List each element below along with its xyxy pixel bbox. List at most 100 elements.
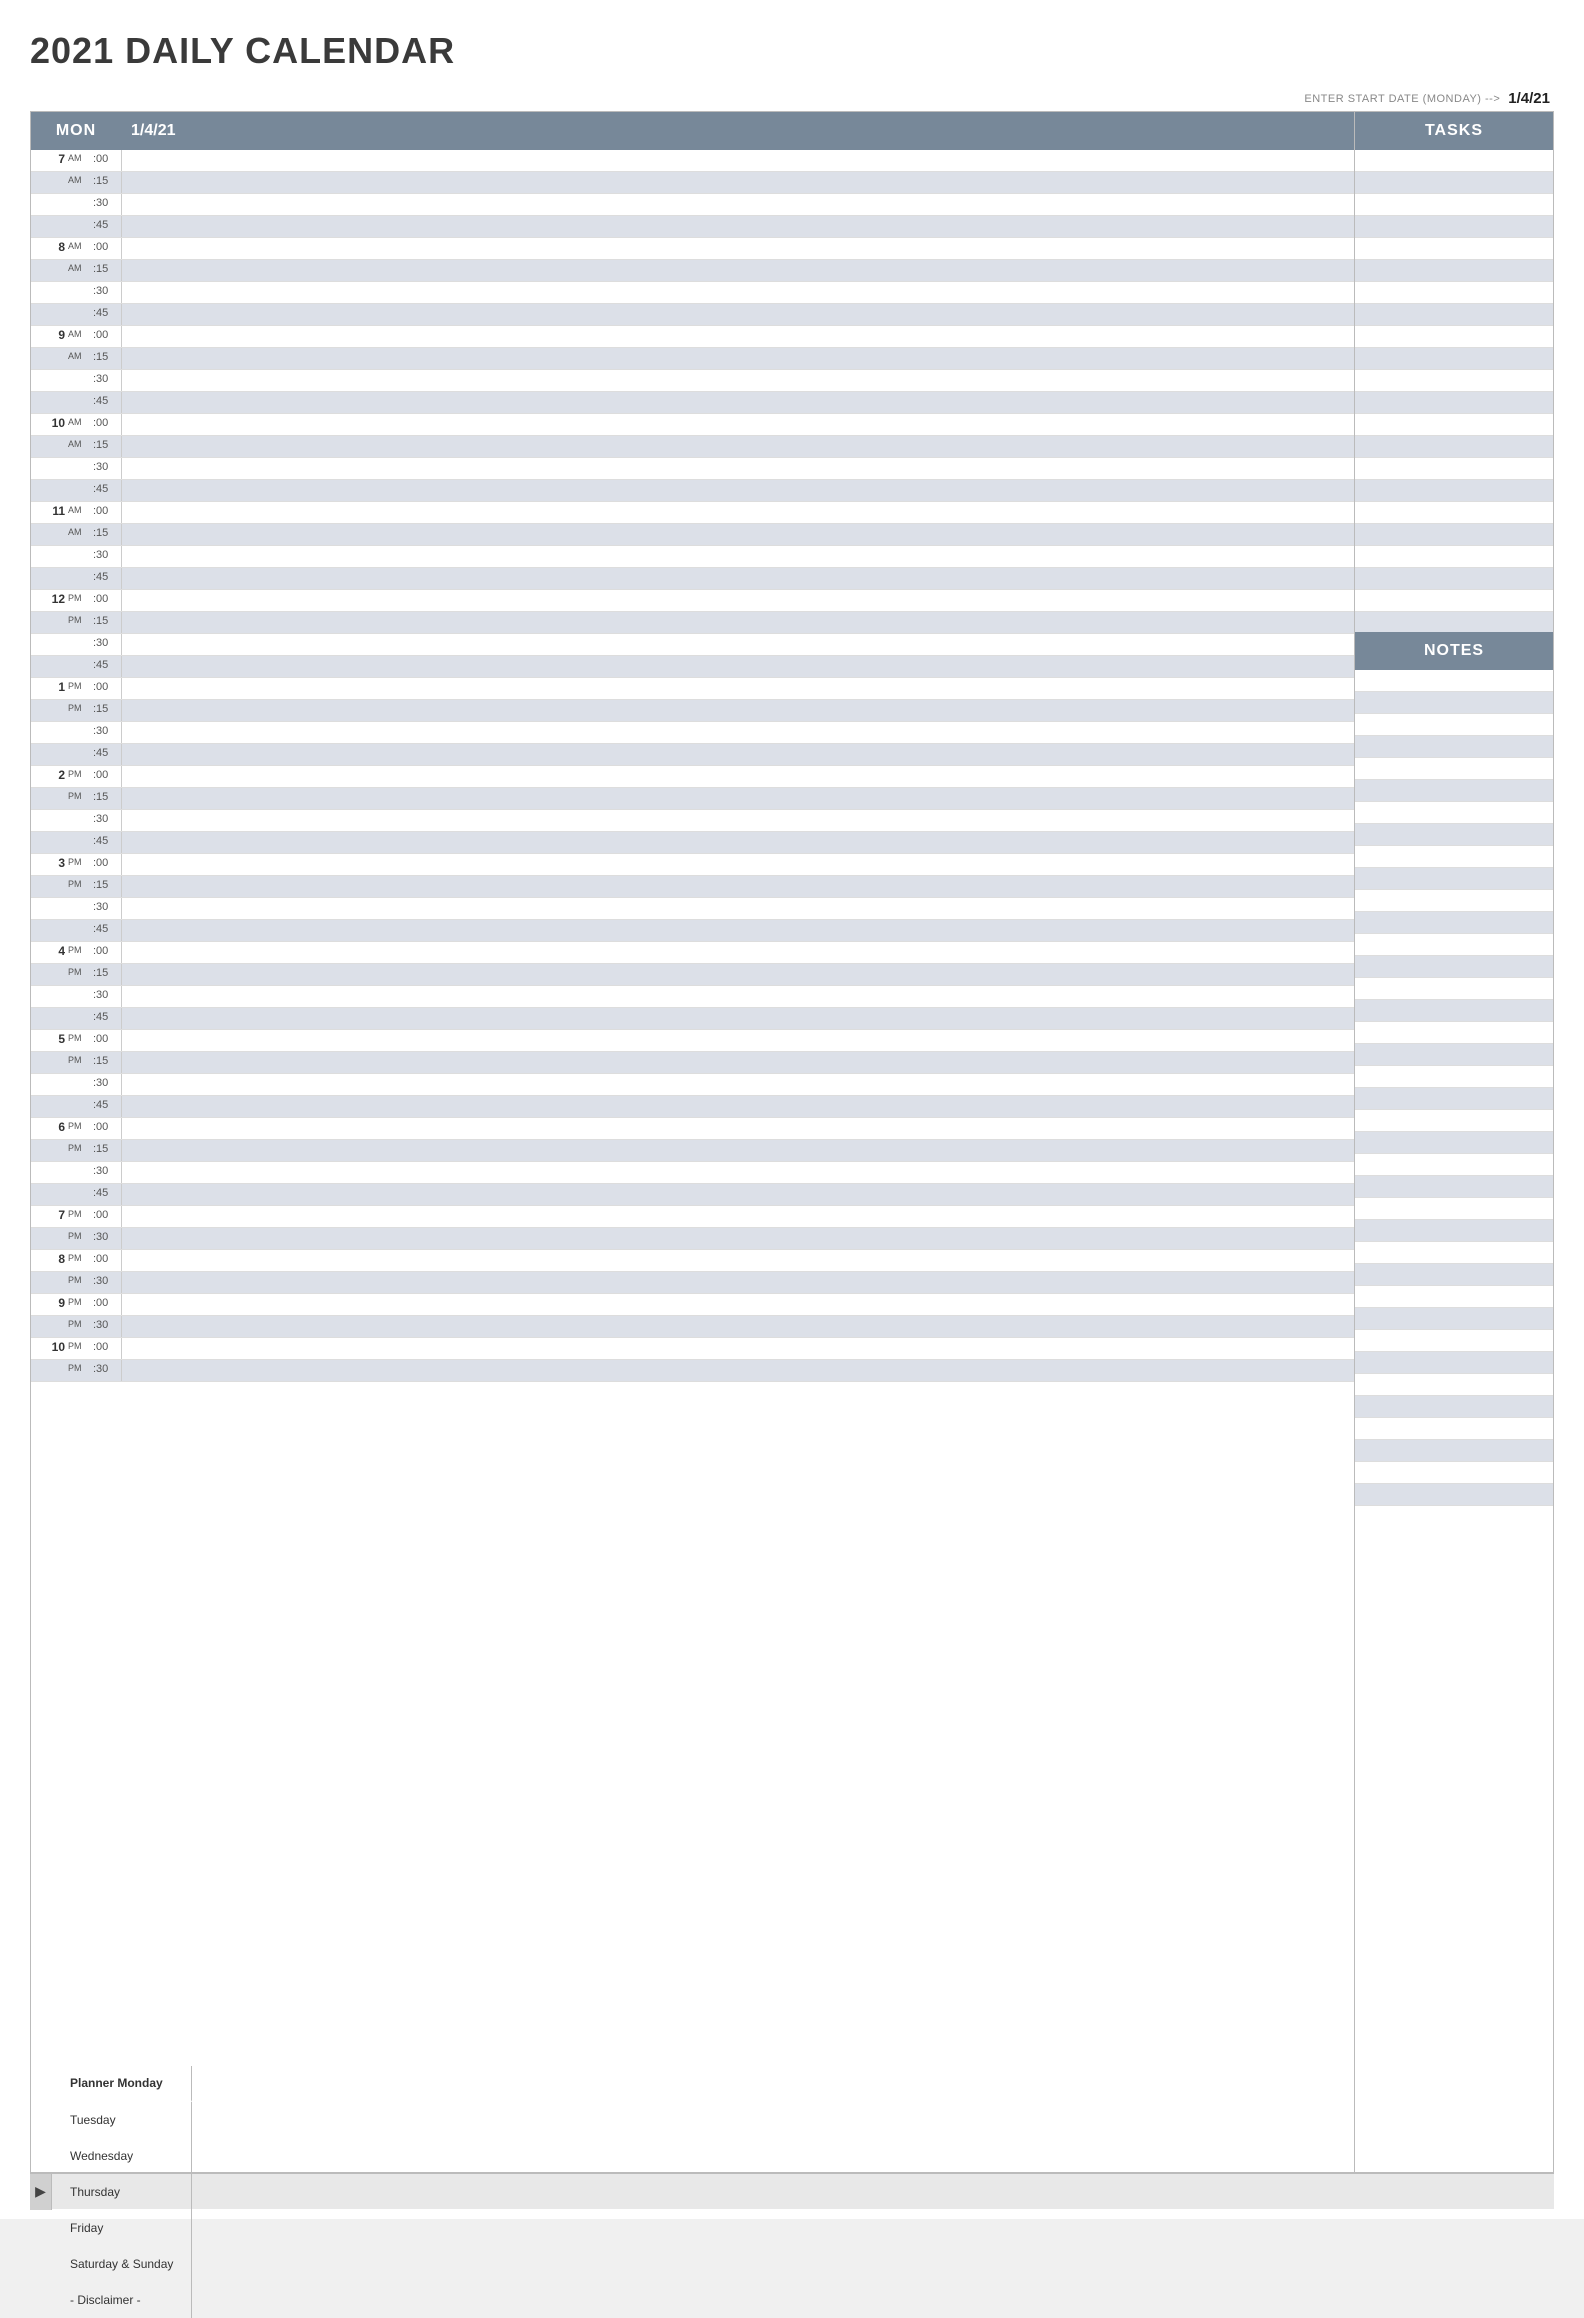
time-event[interactable] <box>121 150 1354 171</box>
time-row[interactable]: 7AM:00 <box>31 150 1354 172</box>
note-row[interactable] <box>1355 802 1553 824</box>
time-row[interactable]: 2PM:00 <box>31 766 1354 788</box>
time-row[interactable]: AM:15 <box>31 260 1354 282</box>
time-event[interactable] <box>121 1162 1354 1183</box>
time-event[interactable] <box>121 458 1354 479</box>
note-row[interactable] <box>1355 1000 1553 1022</box>
time-event[interactable] <box>121 1206 1354 1227</box>
time-row[interactable]: :30 <box>31 194 1354 216</box>
task-row[interactable] <box>1355 370 1553 392</box>
time-event[interactable] <box>121 1360 1354 1381</box>
time-event[interactable] <box>121 832 1354 853</box>
time-row[interactable]: :45 <box>31 832 1354 854</box>
time-event[interactable] <box>121 546 1354 567</box>
task-row[interactable] <box>1355 216 1553 238</box>
time-row[interactable]: 10PM:00 <box>31 1338 1354 1360</box>
time-row[interactable]: 9PM:00 <box>31 1294 1354 1316</box>
time-event[interactable] <box>121 480 1354 501</box>
time-row[interactable]: 8AM:00 <box>31 238 1354 260</box>
task-row[interactable] <box>1355 502 1553 524</box>
time-event[interactable] <box>121 1338 1354 1359</box>
time-row[interactable]: AM:15 <box>31 172 1354 194</box>
time-row[interactable]: :45 <box>31 216 1354 238</box>
time-event[interactable] <box>121 788 1354 809</box>
time-event[interactable] <box>121 414 1354 435</box>
time-row[interactable]: AM:15 <box>31 436 1354 458</box>
time-row[interactable]: PM:15 <box>31 612 1354 634</box>
time-row[interactable]: PM:30 <box>31 1316 1354 1338</box>
note-row[interactable] <box>1355 846 1553 868</box>
time-row[interactable]: 5PM:00 <box>31 1030 1354 1052</box>
time-row[interactable]: PM:15 <box>31 1052 1354 1074</box>
time-row[interactable]: :30 <box>31 986 1354 1008</box>
time-event[interactable] <box>121 172 1354 193</box>
note-row[interactable] <box>1355 1374 1553 1396</box>
time-event[interactable] <box>121 722 1354 743</box>
time-row[interactable]: :30 <box>31 634 1354 656</box>
time-row[interactable]: :45 <box>31 920 1354 942</box>
time-event[interactable] <box>121 502 1354 523</box>
note-row[interactable] <box>1355 1308 1553 1330</box>
task-row[interactable] <box>1355 260 1553 282</box>
time-event[interactable] <box>121 986 1354 1007</box>
time-event[interactable] <box>121 656 1354 677</box>
time-row[interactable]: 9AM:00 <box>31 326 1354 348</box>
time-row[interactable]: PM:30 <box>31 1228 1354 1250</box>
notes-area[interactable] <box>1355 670 1553 2172</box>
time-event[interactable] <box>121 1096 1354 1117</box>
time-event[interactable] <box>121 590 1354 611</box>
time-row[interactable]: :30 <box>31 898 1354 920</box>
note-row[interactable] <box>1355 1044 1553 1066</box>
tab-item-thursday[interactable]: Thursday <box>52 2174 192 2210</box>
time-row[interactable]: PM:15 <box>31 700 1354 722</box>
task-row[interactable] <box>1355 458 1553 480</box>
time-row[interactable]: :45 <box>31 568 1354 590</box>
task-row[interactable] <box>1355 612 1553 634</box>
time-event[interactable] <box>121 964 1354 985</box>
note-row[interactable] <box>1355 1396 1553 1418</box>
time-row[interactable]: :30 <box>31 458 1354 480</box>
time-event[interactable] <box>121 524 1354 545</box>
task-row[interactable] <box>1355 238 1553 260</box>
note-row[interactable] <box>1355 1088 1553 1110</box>
time-event[interactable] <box>121 744 1354 765</box>
time-row[interactable]: :30 <box>31 1074 1354 1096</box>
time-row[interactable]: :45 <box>31 744 1354 766</box>
task-row[interactable] <box>1355 480 1553 502</box>
time-event[interactable] <box>121 216 1354 237</box>
note-row[interactable] <box>1355 1418 1553 1440</box>
time-event[interactable] <box>121 238 1354 259</box>
time-event[interactable] <box>121 370 1354 391</box>
time-event[interactable] <box>121 392 1354 413</box>
time-row[interactable]: PM:15 <box>31 1140 1354 1162</box>
time-event[interactable] <box>121 700 1354 721</box>
time-row[interactable]: :30 <box>31 810 1354 832</box>
time-row[interactable]: :45 <box>31 1008 1354 1030</box>
tasks-area[interactable] <box>1355 150 1553 630</box>
time-row[interactable]: :30 <box>31 722 1354 744</box>
task-row[interactable] <box>1355 194 1553 216</box>
note-row[interactable] <box>1355 1352 1553 1374</box>
note-row[interactable] <box>1355 758 1553 780</box>
note-row[interactable] <box>1355 1022 1553 1044</box>
note-row[interactable] <box>1355 1110 1553 1132</box>
task-row[interactable] <box>1355 568 1553 590</box>
time-row[interactable]: :30 <box>31 546 1354 568</box>
task-row[interactable] <box>1355 326 1553 348</box>
task-row[interactable] <box>1355 414 1553 436</box>
tab-item-wednesday[interactable]: Wednesday <box>52 2138 192 2174</box>
note-row[interactable] <box>1355 692 1553 714</box>
tab-item-planner-monday[interactable]: Planner Monday <box>52 2066 192 2102</box>
time-event[interactable] <box>121 1272 1354 1293</box>
time-event[interactable] <box>121 898 1354 919</box>
note-row[interactable] <box>1355 1154 1553 1176</box>
time-event[interactable] <box>121 326 1354 347</box>
time-row[interactable]: :45 <box>31 1184 1354 1206</box>
time-row[interactable]: :30 <box>31 370 1354 392</box>
time-event[interactable] <box>121 942 1354 963</box>
note-row[interactable] <box>1355 714 1553 736</box>
time-row[interactable]: :45 <box>31 656 1354 678</box>
time-row[interactable]: PM:15 <box>31 788 1354 810</box>
time-event[interactable] <box>121 1118 1354 1139</box>
task-row[interactable] <box>1355 546 1553 568</box>
